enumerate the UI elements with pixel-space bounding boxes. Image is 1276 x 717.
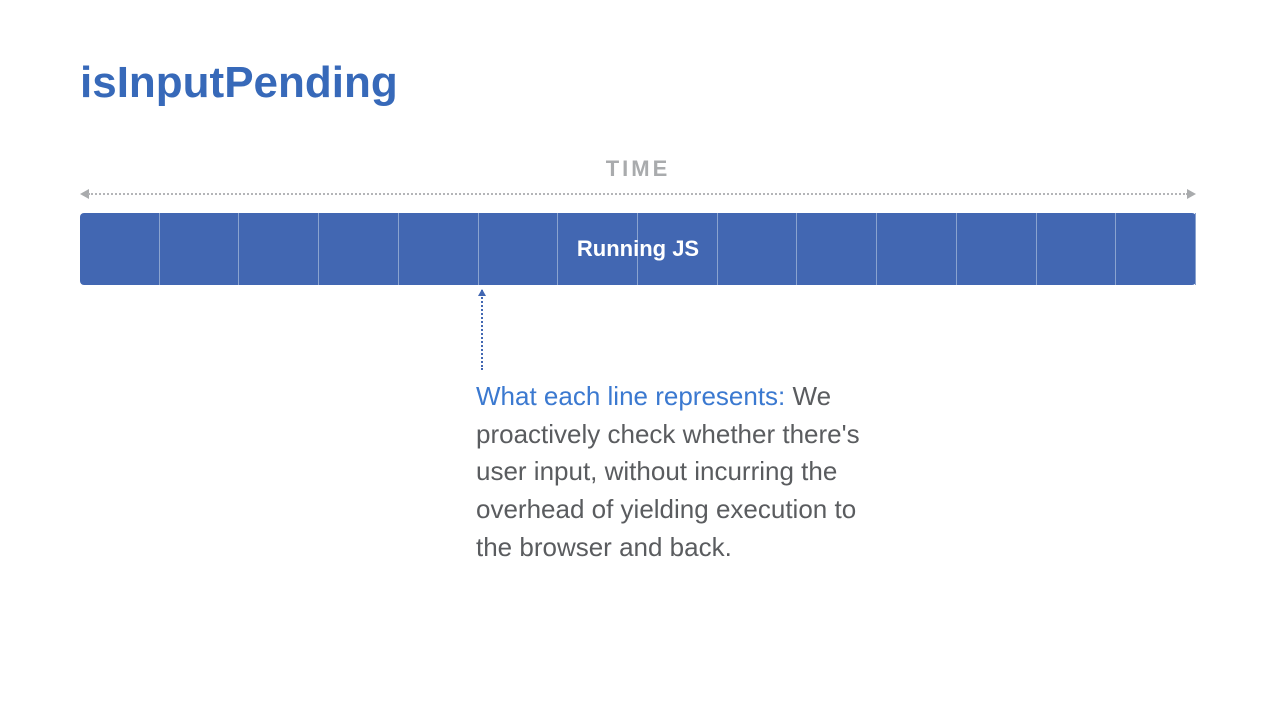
- bar-segment: [797, 213, 877, 285]
- bar-segment: [160, 213, 240, 285]
- callout-text: What each line represents: We proactivel…: [476, 378, 896, 566]
- bar-segment: [957, 213, 1037, 285]
- slide: isInputPending TIME Running JS What each…: [0, 0, 1276, 717]
- arrow-right-icon: [1187, 189, 1196, 199]
- bar-segment: [1037, 213, 1117, 285]
- page-title: isInputPending: [80, 58, 398, 108]
- callout-pointer: [481, 290, 483, 370]
- bar-segment: [80, 213, 160, 285]
- bar-segment: [479, 213, 559, 285]
- bar-segment: [1116, 213, 1196, 285]
- bar-segment: [399, 213, 479, 285]
- callout-lead: What each line represents:: [476, 381, 785, 411]
- bar-segment: [638, 213, 718, 285]
- bar-segment: [558, 213, 638, 285]
- bar-segment: [718, 213, 798, 285]
- time-axis-label: TIME: [0, 156, 1276, 182]
- bar-segment: [319, 213, 399, 285]
- time-axis: [80, 189, 1196, 199]
- bar-segment: [877, 213, 957, 285]
- bar-segment: [239, 213, 319, 285]
- arrow-up-icon: [478, 289, 486, 296]
- axis-dots: [88, 193, 1188, 195]
- running-js-bar: Running JS: [80, 213, 1196, 285]
